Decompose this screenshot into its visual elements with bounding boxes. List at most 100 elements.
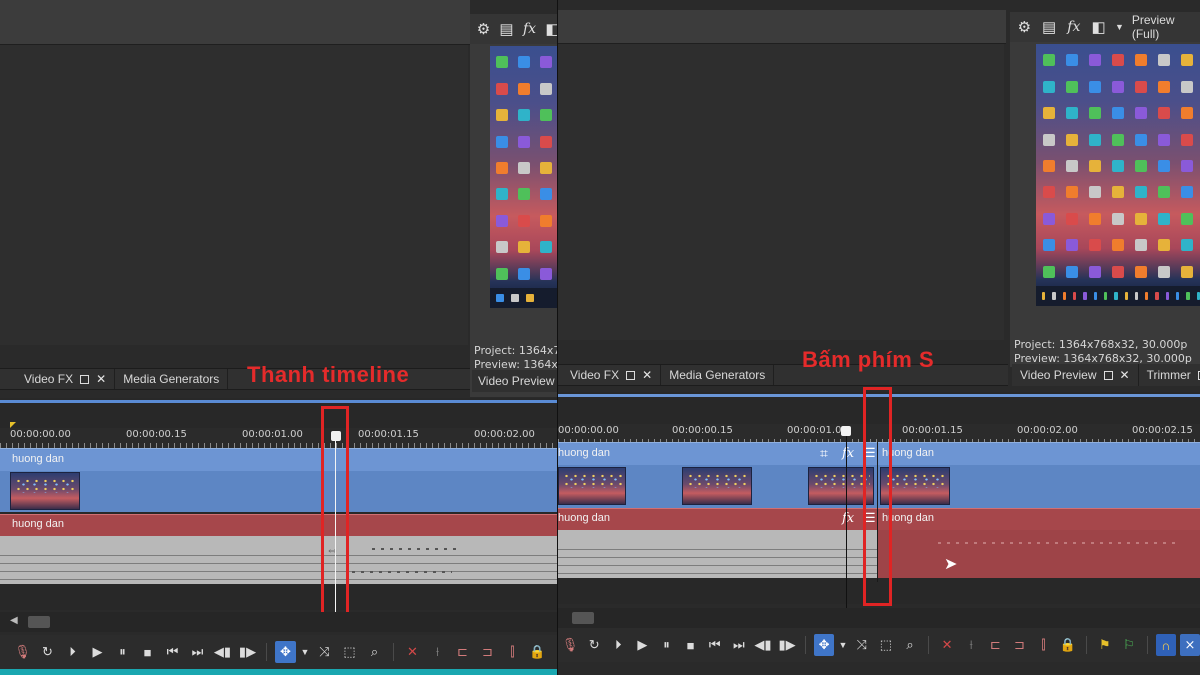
go-to-end-icon[interactable]: ⏭ (729, 634, 749, 656)
fx-icon[interactable]: fx (522, 21, 537, 37)
play-from-start-icon[interactable]: ⏵ (608, 634, 628, 656)
normal-edit-tool-icon[interactable]: ✥ (275, 641, 296, 663)
go-to-start-icon[interactable]: ⏮ (705, 634, 725, 656)
auto-crossfade-icon[interactable]: ⨯ (1179, 634, 1200, 656)
lock-icon[interactable]: 🔒 (527, 641, 548, 663)
taskbar-icon (1165, 292, 1170, 300)
trim-start-icon[interactable]: ⊏ (452, 641, 473, 663)
desktop-icon (1042, 107, 1055, 120)
next-frame-icon[interactable]: ▮▶ (777, 634, 797, 656)
window-icon[interactable] (1103, 370, 1113, 380)
delete-icon[interactable]: ✕ (402, 641, 423, 663)
printer-icon[interactable]: ▤ (499, 20, 514, 38)
printer-icon[interactable]: ▤ (1041, 18, 1058, 36)
playhead-handle[interactable] (841, 426, 851, 436)
gear-icon[interactable]: ⚙ (476, 20, 491, 38)
close-icon[interactable]: ✕ (642, 368, 652, 382)
record-icon[interactable]: 🎙 (12, 641, 33, 663)
horizontal-scrollbar[interactable] (558, 608, 1200, 628)
lock-icon[interactable]: 🔒 (1058, 634, 1078, 656)
pause-icon[interactable]: ⏸ (112, 641, 133, 663)
horizontal-scrollbar[interactable]: ◀ (0, 612, 557, 632)
play-from-start-icon[interactable]: ⏵ (62, 641, 83, 663)
tab-video-fx[interactable]: Video FX ✕ (558, 365, 662, 385)
window-icon[interactable] (80, 374, 90, 384)
preview-mode-label[interactable]: Preview (Full) (1132, 13, 1200, 41)
record-icon[interactable]: 🎙 (560, 634, 580, 656)
selection-tool-icon[interactable]: ⬚ (339, 641, 360, 663)
timeline-top-bar (0, 400, 557, 403)
zoom-tool-icon[interactable]: ⌕ (900, 634, 920, 656)
next-frame-icon[interactable]: ▮▶ (237, 641, 258, 663)
dropdown-icon[interactable]: ▼ (838, 634, 848, 656)
close-icon[interactable]: ✕ (1120, 368, 1130, 382)
split-screen-icon[interactable]: ◧ (1090, 18, 1107, 36)
tab-media-generators[interactable]: Media Generators (661, 365, 775, 385)
tab-video-fx[interactable]: Video FX ✕ (0, 369, 116, 389)
dropdown-icon[interactable]: ▼ (1115, 22, 1124, 32)
close-icon[interactable]: ✕ (96, 372, 106, 386)
play-icon[interactable]: ▶ (87, 641, 108, 663)
audio-track[interactable]: huong dan ⇔ (0, 514, 557, 584)
selection-tool-icon[interactable]: ⬚ (876, 634, 896, 656)
timeline[interactable]: 00:00:00.00 00:00:00.15 00:00:01.00 00:0… (0, 398, 557, 616)
desktop-icon (1088, 212, 1101, 225)
folder-icon (526, 294, 534, 302)
normal-edit-tool-icon[interactable]: ✥ (814, 634, 835, 656)
go-to-end-icon[interactable]: ⏭ (187, 641, 208, 663)
pause-icon[interactable]: ⏸ (656, 634, 676, 656)
tab-trimmer[interactable]: Trimmer (1139, 364, 1200, 386)
video-thumbnail (682, 467, 752, 505)
desktop-icon (540, 188, 552, 201)
prev-frame-icon[interactable]: ◀▮ (212, 641, 233, 663)
trim-icon[interactable]: ⟊ (961, 634, 981, 656)
playhead-line[interactable] (846, 436, 847, 608)
prev-frame-icon[interactable]: ◀▮ (753, 634, 773, 656)
desktop-icon (540, 267, 552, 280)
desktop-icon (1088, 107, 1101, 120)
tab-media-generators[interactable]: Media Generators (115, 369, 229, 389)
loop-icon[interactable]: ↻ (37, 641, 58, 663)
time-ruler[interactable]: 00:00:00.00 00:00:00.15 00:00:01.00 00:0… (0, 428, 557, 448)
trim-start-icon[interactable]: ⊏ (985, 634, 1005, 656)
desktop-icon (1158, 239, 1171, 252)
tab-video-preview[interactable]: Video Preview (472, 370, 557, 392)
envelope-tool-icon[interactable]: ⤨ (852, 634, 872, 656)
stop-icon[interactable]: ■ (137, 641, 158, 663)
scrollbar-thumb[interactable] (572, 612, 594, 624)
dropdown-icon[interactable]: ▼ (300, 641, 310, 663)
tab-video-preview[interactable]: Video Preview ✕ (1012, 364, 1139, 386)
play-icon[interactable]: ▶ (632, 634, 652, 656)
trim-end-icon[interactable]: ⊐ (1009, 634, 1029, 656)
marker-icon[interactable]: ⚑ (1095, 634, 1115, 656)
gear-icon[interactable]: ⚙ (1016, 18, 1033, 36)
loop-icon[interactable]: ↻ (584, 634, 604, 656)
split-screen-icon[interactable]: ◧ (545, 20, 557, 38)
zoom-tool-icon[interactable]: ⌕ (364, 641, 385, 663)
fx-icon[interactable]: fx (842, 446, 854, 461)
desktop-icon (1111, 239, 1124, 252)
trim-icon[interactable]: ⟊ (427, 641, 448, 663)
region-icon[interactable]: ⚐ (1119, 634, 1139, 656)
desktop-icon (518, 241, 530, 254)
delete-icon[interactable]: ✕ (937, 634, 957, 656)
snapping-icon[interactable]: ∩ (1155, 634, 1176, 656)
video-track[interactable]: huong dan (0, 448, 557, 512)
split-icon[interactable]: ⫿ (502, 641, 523, 663)
desktop-icon (1042, 186, 1055, 199)
split-icon[interactable]: ⫿ (1033, 634, 1053, 656)
desktop-icon (1158, 186, 1171, 199)
separator (393, 643, 394, 661)
scrollbar-thumb[interactable] (28, 616, 50, 628)
desktop-icon (1065, 265, 1078, 278)
stop-icon[interactable]: ■ (681, 634, 701, 656)
audio-clip-name-left: huong dan (558, 512, 610, 524)
go-to-start-icon[interactable]: ⏮ (162, 641, 183, 663)
fx-icon[interactable]: fx (1065, 19, 1082, 35)
scroll-left-icon[interactable]: ◀ (10, 615, 18, 626)
envelope-tool-icon[interactable]: ⤨ (314, 641, 335, 663)
crop-icon[interactable]: ⌗ (820, 445, 828, 462)
fx-icon[interactable]: fx (842, 511, 854, 526)
trim-end-icon[interactable]: ⊐ (477, 641, 498, 663)
window-icon[interactable] (626, 370, 636, 380)
